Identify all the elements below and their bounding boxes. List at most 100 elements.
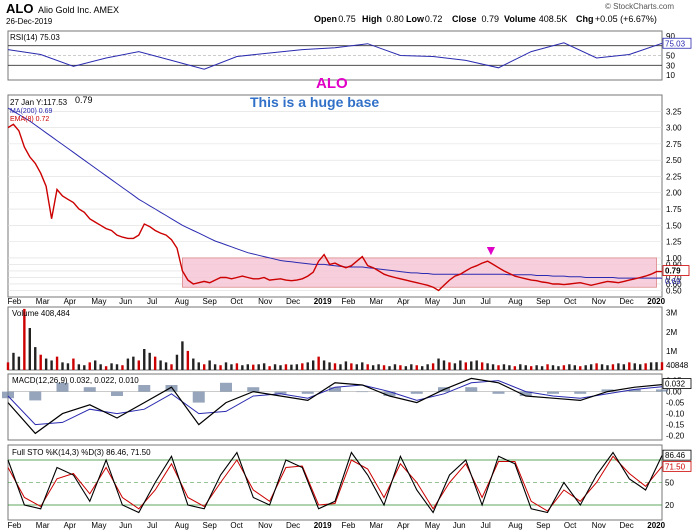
volume-bar-76 xyxy=(421,366,424,370)
sto-xlabel-16: Jun xyxy=(453,521,466,530)
volume-bar-52 xyxy=(290,364,293,370)
macd-hist-bar-15 xyxy=(410,391,423,394)
price-xlabel-23: 2020 xyxy=(647,297,665,306)
macd-hist-bar-6 xyxy=(165,385,178,392)
ma200-legend: MA(200) 0.69 xyxy=(10,108,53,115)
volume-bar-11 xyxy=(66,363,70,370)
volume-bar-44 xyxy=(246,364,249,370)
volume-bar-95 xyxy=(524,365,527,370)
volume-bar-37 xyxy=(208,360,211,370)
volume-bar-66 xyxy=(366,364,369,370)
price-xlabel-8: Oct xyxy=(230,297,243,306)
volume-bar-6 xyxy=(39,354,42,370)
volume-bar-99 xyxy=(546,364,549,370)
macd-hist-bar-18 xyxy=(492,391,505,394)
sto-xlabel-22: Dec xyxy=(619,521,633,530)
sto-xlabel-20: Oct xyxy=(564,521,577,530)
volume-bar-113 xyxy=(622,364,626,370)
sto-xlabel-14: Apr xyxy=(397,521,410,530)
volume-bar-25 xyxy=(143,349,146,370)
volume-bar-92 xyxy=(508,365,511,370)
volume-bar-79 xyxy=(437,358,440,370)
volume-bar-83 xyxy=(459,360,462,370)
volume-bar-40 xyxy=(224,362,228,370)
volume-bar-109 xyxy=(600,364,604,370)
volume-tick-3: 40848 xyxy=(666,361,689,370)
ohlc-value-4: 408.5K xyxy=(539,14,568,24)
volume-bar-26 xyxy=(148,352,151,370)
sto-xlabel-18: Aug xyxy=(508,521,522,530)
volume-bar-87 xyxy=(480,362,484,370)
volume-bar-32 xyxy=(181,341,184,370)
sto-legend: Full STO %K(14,3) %D(3) 86.46, 71.50 xyxy=(12,448,151,457)
sto-xlabel-21: Nov xyxy=(592,521,606,530)
sto-tick-0: 86.46 xyxy=(665,451,686,460)
volume-bar-82 xyxy=(453,363,457,370)
volume-bar-45 xyxy=(252,364,255,370)
price-tick-2: 2.75 xyxy=(666,140,682,149)
price-xlabel-6: Aug xyxy=(175,297,189,306)
price-xlabel-17: Jul xyxy=(481,297,491,306)
volume-bar-5 xyxy=(34,347,37,370)
volume-bar-27 xyxy=(153,356,157,370)
volume-bar-2 xyxy=(17,356,21,370)
volume-bar-110 xyxy=(606,365,609,370)
volume-bar-22 xyxy=(126,358,130,370)
sto-xlabel-8: Oct xyxy=(230,521,243,530)
volume-bar-80 xyxy=(442,360,446,370)
macd-legend: MACD(12,26,9) 0.032, 0.022, 0.010 xyxy=(12,376,139,385)
price-tick-6: 1.75 xyxy=(666,205,682,214)
volume-bar-56 xyxy=(312,360,315,370)
macd-tick-5: -0.20 xyxy=(666,432,685,441)
volume-bar-90 xyxy=(497,365,500,370)
macd-hist-bar-0 xyxy=(2,391,14,399)
volume-bar-9 xyxy=(55,356,59,370)
volume-bar-64 xyxy=(355,364,358,370)
volume-bar-72 xyxy=(399,365,402,370)
sto-xlabel-19: Sep xyxy=(536,521,551,530)
volume-bar-35 xyxy=(197,362,200,370)
volume-bar-78 xyxy=(431,363,435,370)
volume-bar-103 xyxy=(568,364,571,370)
sto-xlabel-0: Feb xyxy=(7,521,21,530)
ohlc-value-1: 0.80 xyxy=(386,14,404,24)
volume-bar-31 xyxy=(175,354,179,370)
macd-hist-bar-24 xyxy=(656,389,668,392)
volume-bar-70 xyxy=(388,366,391,370)
volume-bar-49 xyxy=(273,364,277,370)
volume-bar-50 xyxy=(279,365,282,370)
volume-bar-86 xyxy=(475,360,478,370)
price-tick-0: 3.25 xyxy=(666,107,682,116)
volume-bar-107 xyxy=(589,364,593,370)
price-tick-3: 2.50 xyxy=(666,156,682,165)
ohlc-value-5: +0.05 (+6.67%) xyxy=(595,14,657,24)
price-xlabel-14: Apr xyxy=(397,297,410,306)
volume-bar-63 xyxy=(350,363,353,370)
ohlc-value-3: 0.79 xyxy=(482,14,500,24)
volume-bar-3 xyxy=(23,308,26,370)
volume-bar-59 xyxy=(328,362,331,370)
volume-bar-20 xyxy=(115,364,119,370)
volume-bar-18 xyxy=(104,366,108,370)
volume-bar-77 xyxy=(426,364,429,370)
arrow-down-marker: ▼ xyxy=(484,242,498,258)
volume-bar-81 xyxy=(448,362,451,370)
volume-bar-13 xyxy=(77,364,81,370)
volume-bar-112 xyxy=(617,363,620,370)
volume-bar-101 xyxy=(557,366,560,370)
volume-bar-23 xyxy=(132,356,135,370)
sto-xlabel-7: Sep xyxy=(203,521,218,530)
volume-bar-7 xyxy=(44,358,48,370)
macd-tick-3: -0.10 xyxy=(666,410,685,419)
volume-bar-14 xyxy=(83,365,86,370)
volume-bar-21 xyxy=(121,365,124,370)
sto-xlabel-17: Jul xyxy=(481,521,491,530)
macd-current-label: 0.032 xyxy=(665,380,686,389)
volume-bar-61 xyxy=(339,364,342,370)
price-xlabel-5: Jul xyxy=(147,297,157,306)
volume-bar-93 xyxy=(513,366,517,370)
sto-tick-2: 50 xyxy=(665,479,674,488)
volume-bar-106 xyxy=(584,365,587,370)
price-xlabel-12: Feb xyxy=(342,297,356,306)
sto-xlabel-3: May xyxy=(91,521,106,530)
